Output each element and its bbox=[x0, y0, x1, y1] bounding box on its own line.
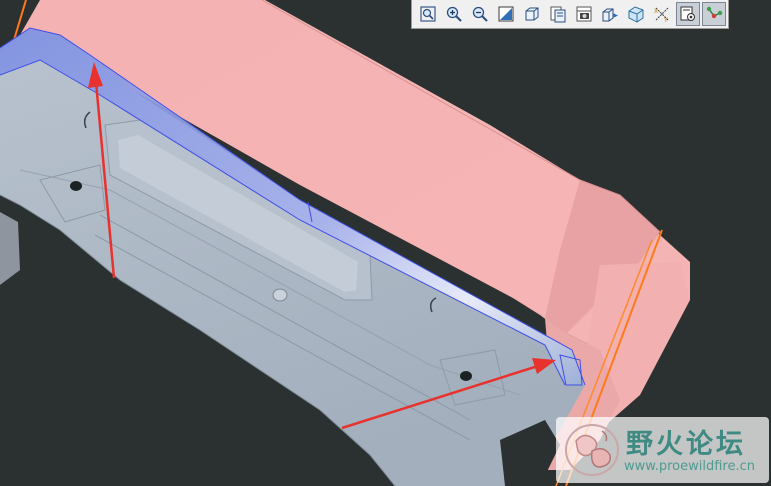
annotation-display-button[interactable] bbox=[676, 2, 700, 26]
watermark-title: 野火论坛 bbox=[626, 429, 746, 460]
spin-center-button[interactable] bbox=[702, 2, 726, 26]
firefly-logo-icon bbox=[565, 424, 619, 476]
site-watermark: 野火论坛 www.proewildfire.cn bbox=[556, 417, 769, 483]
svg-text:X: X bbox=[654, 8, 658, 15]
zoom-out-button[interactable] bbox=[468, 2, 492, 26]
annotation-display-icon bbox=[680, 6, 695, 21]
zoom-in-button[interactable] bbox=[442, 2, 466, 26]
datum-display-button[interactable]: X Y bbox=[650, 2, 674, 26]
model-scene bbox=[0, 0, 690, 486]
orient-button[interactable] bbox=[520, 2, 544, 26]
model-viewport[interactable]: X Y 野火论坛 www.proewildfire.cn bbox=[0, 0, 771, 486]
saved-views-icon bbox=[550, 6, 566, 23]
zoom-in-icon bbox=[446, 6, 462, 22]
zoom-out-icon bbox=[472, 6, 488, 22]
datum-display-icon: X Y bbox=[654, 7, 669, 23]
display-style-icon bbox=[576, 6, 592, 22]
view-toolbar: X Y bbox=[411, 0, 729, 29]
spin-center-icon bbox=[706, 6, 723, 19]
zoom-fit-button[interactable] bbox=[416, 2, 440, 26]
display-style-button[interactable] bbox=[572, 2, 596, 26]
view-manager-button[interactable] bbox=[598, 2, 622, 26]
perspective-button[interactable] bbox=[624, 2, 648, 26]
repaint-button[interactable] bbox=[494, 2, 518, 26]
orient-icon bbox=[525, 7, 539, 21]
view-manager-icon bbox=[602, 8, 618, 22]
svg-text:Y: Y bbox=[663, 17, 668, 23]
zoom-fit-icon bbox=[420, 6, 436, 22]
saved-views-button[interactable] bbox=[546, 2, 570, 26]
perspective-icon bbox=[628, 6, 644, 23]
repaint-icon bbox=[498, 6, 514, 22]
watermark-url: www.proewildfire.cn bbox=[624, 459, 755, 474]
